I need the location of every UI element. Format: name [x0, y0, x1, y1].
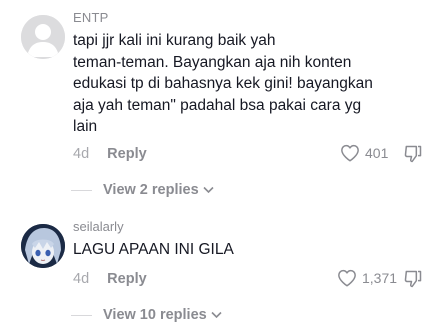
chevron-down-icon [203, 186, 214, 194]
comment-text-line: tapi jjr kali ini kurang baik yah [73, 32, 276, 49]
heart-icon [338, 269, 356, 287]
comment-text-line: LAGU APAAN INI GILA [73, 241, 234, 258]
thumbs-down-icon [404, 270, 422, 288]
reply-button[interactable]: Reply [107, 146, 147, 162]
divider [71, 314, 92, 316]
reply-button[interactable]: Reply [107, 271, 147, 287]
chevron-down-icon [211, 311, 222, 319]
comment-username[interactable]: seilalarly [73, 219, 124, 234]
comment-meta: 4d Reply [73, 146, 147, 162]
view-replies-button[interactable]: View 2 replies [71, 182, 214, 198]
comment-meta: 4d Reply [73, 271, 147, 287]
view-replies-button[interactable]: View 10 replies [71, 307, 222, 323]
thumbs-down-icon [404, 145, 422, 163]
view-replies-label: View 2 replies [103, 182, 199, 198]
comment-text-line: aja yah teman" padahal bsa pakai cara yg [73, 96, 362, 114]
dislike-button[interactable] [403, 144, 423, 169]
comment-text-line: lain [73, 118, 98, 135]
heart-icon [341, 144, 359, 162]
comment-username[interactable]: ENTP [73, 10, 108, 25]
dislike-button[interactable] [403, 269, 423, 294]
comment-date: 4d [73, 146, 90, 162]
comment-text-line: teman-teman. Bayangkan aja nih konten [73, 53, 352, 71]
like-button[interactable]: 1,371 [337, 269, 397, 287]
comment-text: LAGU APAAN INI GILA [73, 239, 423, 261]
like-count: 1,371 [362, 270, 398, 286]
avatar[interactable] [21, 224, 65, 268]
avatar[interactable] [21, 15, 65, 59]
like-count: 401 [365, 145, 389, 161]
view-replies-label: View 10 replies [103, 307, 207, 323]
comment-text: tapi jjr kali ini kurang baik yah teman-… [73, 30, 423, 138]
default-avatar-icon [21, 15, 65, 59]
like-button[interactable]: 401 [340, 144, 388, 162]
comment-text-line: edukasi tp di bahasnya kek gini! bayangk… [73, 75, 373, 92]
comment-date: 4d [73, 271, 90, 287]
divider [71, 189, 92, 191]
anime-avatar-icon [21, 224, 65, 268]
